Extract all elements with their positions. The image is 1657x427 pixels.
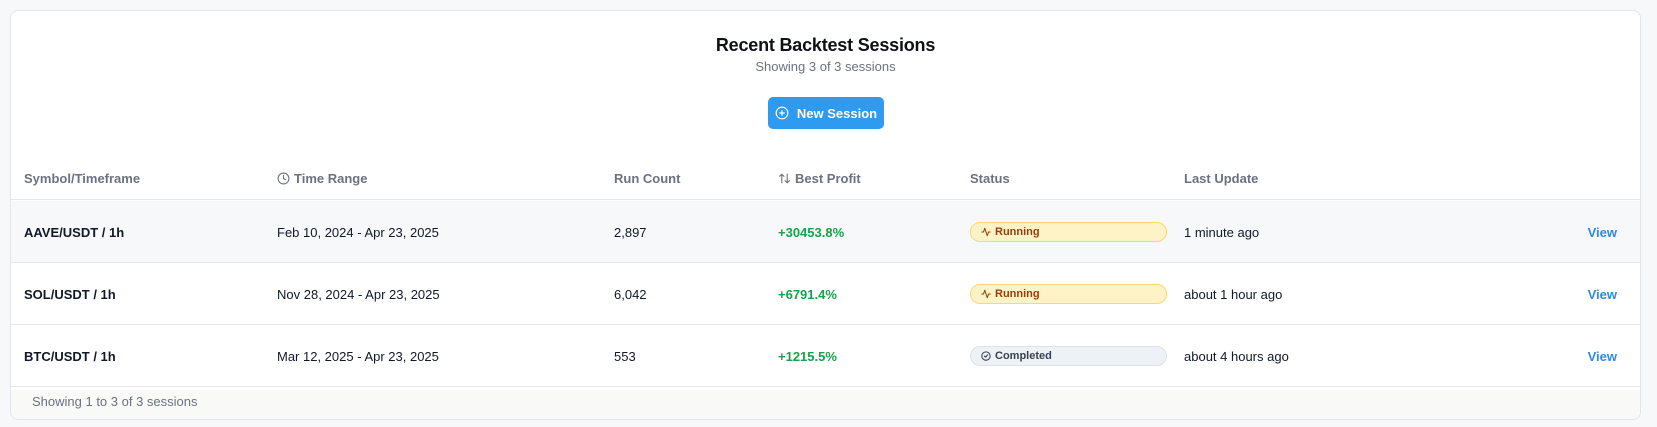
status-badge: Completed [970,346,1167,366]
last-update-cell: 1 minute ago [1184,224,1260,240]
sort-arrows-icon [779,173,790,184]
time-range-cell: Nov 28, 2024 - Apr 23, 2025 [277,286,440,302]
new-session-label: New Session [796,105,878,121]
plus-circle-icon [775,106,789,120]
column-header-run-count[interactable]: Run Count [614,157,680,200]
clock-icon [277,172,290,185]
view-link[interactable]: View [1588,263,1617,325]
column-header-best-profit-label: Best Profit [795,171,861,186]
column-header-status-label: Status [970,171,1010,186]
check-circle-icon [981,351,991,361]
activity-icon [981,227,991,237]
symbol-cell: SOL/USDT / 1h [24,286,116,302]
new-session-button[interactable]: New Session [768,97,884,129]
status-label: Running [995,226,1040,238]
symbol-cell: BTC/USDT / 1h [24,348,116,364]
page-title: Recent Backtest Sessions [715,35,936,55]
table-row[interactable]: BTC/USDT / 1h Mar 12, 2025 - Apr 23, 202… [11,325,1640,387]
pagination-summary: Showing 1 to 3 of 3 sessions [32,393,198,409]
column-header-symbol[interactable]: Symbol/Timeframe [24,157,140,200]
status-badge: Running [970,284,1167,304]
time-range-cell: Mar 12, 2025 - Apr 23, 2025 [277,348,439,364]
table-footer: Showing 1 to 3 of 3 sessions [11,390,1640,419]
view-link[interactable]: View [1588,201,1617,263]
status-label: Running [995,288,1040,300]
column-header-time-range-label: Time Range [294,171,368,186]
column-header-symbol-label: Symbol/Timeframe [24,171,141,186]
column-header-last-update-label: Last Update [1184,171,1259,186]
last-update-cell: about 4 hours ago [1184,348,1289,364]
best-profit-cell: +6791.4% [778,286,837,302]
table-row[interactable]: SOL/USDT / 1h Nov 28, 2024 - Apr 23, 202… [11,263,1640,325]
sessions-card: Recent Backtest Sessions Showing 3 of 3 … [10,10,1641,420]
column-header-last-update[interactable]: Last Update [1184,157,1258,200]
best-profit-cell: +1215.5% [778,348,837,364]
page-subtitle: Showing 3 of 3 sessions [755,59,896,74]
table-row[interactable]: AAVE/USDT / 1h Feb 10, 2024 - Apr 23, 20… [11,201,1640,263]
status-badge: Running [970,222,1167,242]
run-count-cell: 553 [614,348,636,364]
activity-icon [981,289,991,299]
table-header: Symbol/Timeframe Time Range Run Count Be… [11,157,1640,200]
column-header-status[interactable]: Status [970,157,1010,200]
best-profit-cell: +30453.8% [778,224,845,240]
column-header-time-range[interactable]: Time Range [277,157,367,200]
run-count-cell: 6,042 [614,286,647,302]
column-header-best-profit[interactable]: Best Profit [778,157,861,200]
symbol-cell: AAVE/USDT / 1h [24,224,125,240]
last-update-cell: about 1 hour ago [1184,286,1283,302]
view-link[interactable]: View [1588,325,1617,387]
status-label: Completed [995,350,1052,362]
card-header: Recent Backtest Sessions Showing 3 of 3 … [11,11,1640,74]
column-header-run-count-label: Run Count [614,171,681,186]
time-range-cell: Feb 10, 2024 - Apr 23, 2025 [277,224,439,240]
run-count-cell: 2,897 [614,224,647,240]
